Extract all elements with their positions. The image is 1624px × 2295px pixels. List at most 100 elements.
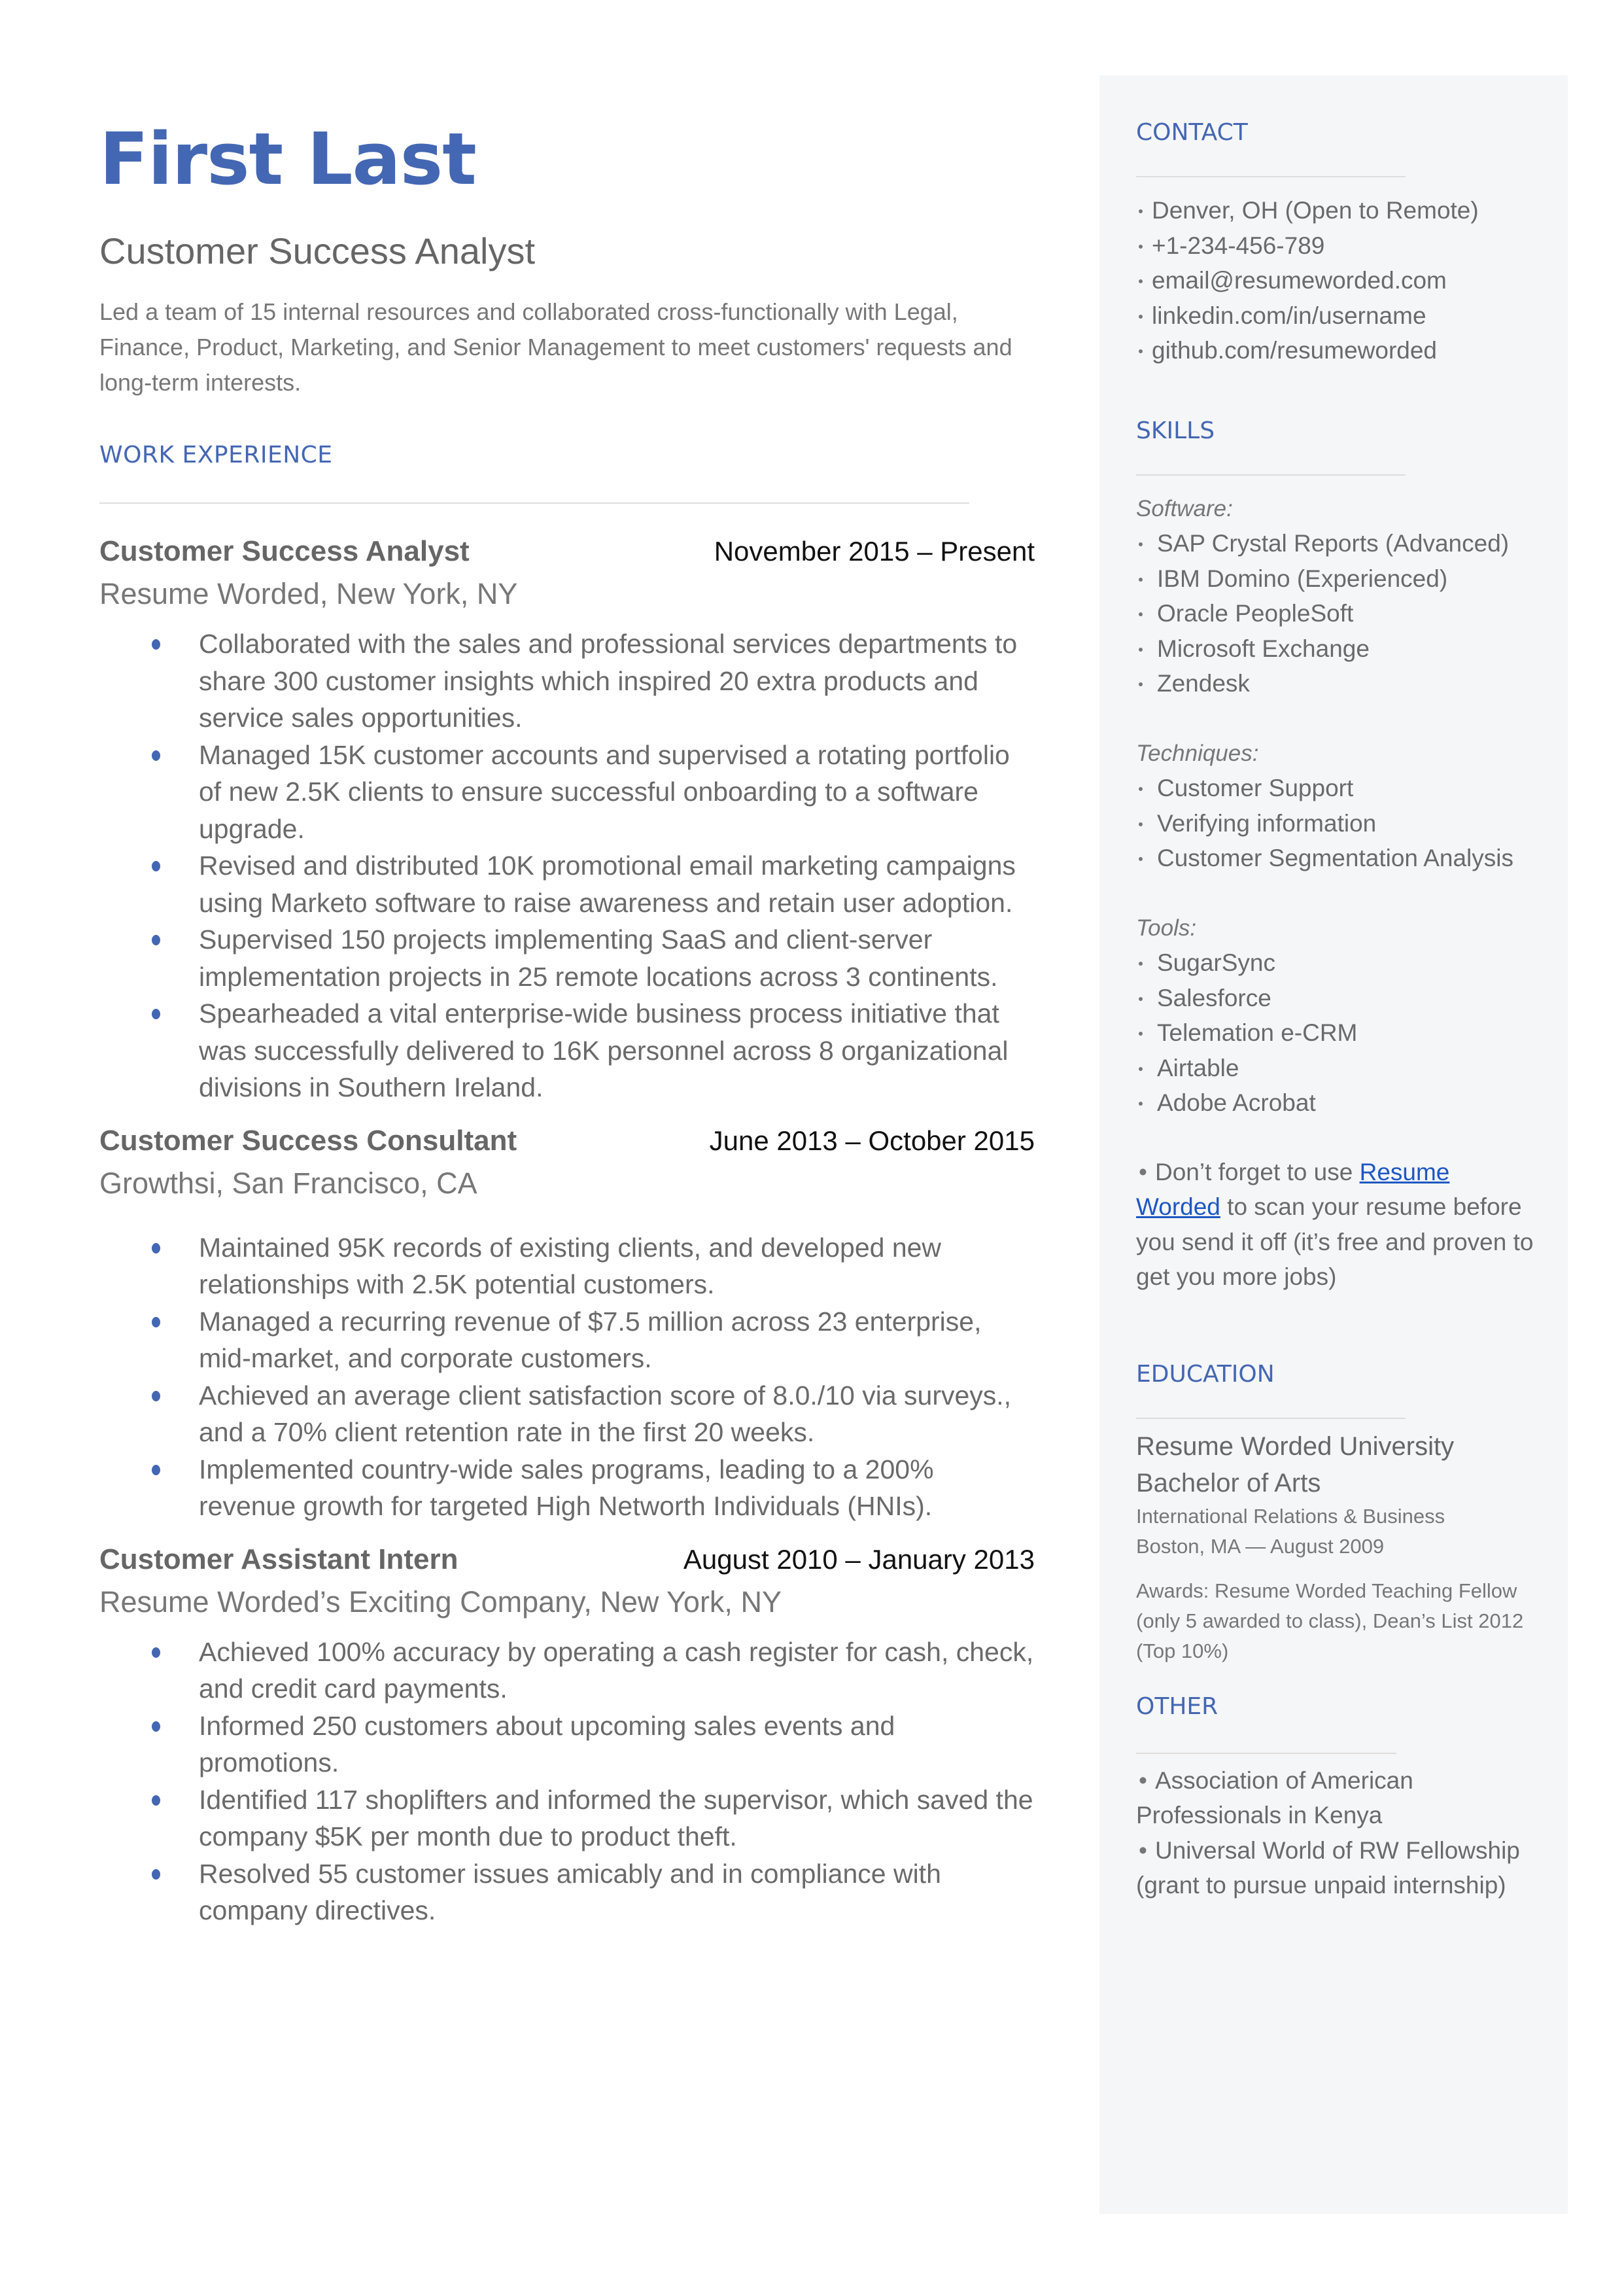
contact-item[interactable]: github.com/resumeworded [1136,333,1535,368]
divider [1136,474,1406,476]
bullet-text: Maintained 95K records of existing clien… [199,1232,942,1300]
bullet-icon [1139,1102,1143,1106]
bullet-icon [1139,314,1143,319]
bullet-icon [152,1464,160,1475]
bullet-icon [1139,682,1143,686]
bullet-text: Managed 15K customer accounts and superv… [199,739,1010,844]
bullet-icon [152,1316,160,1327]
contact-item: +1-234-456-789 [1136,228,1535,264]
skill-item: Microsoft Exchange [1136,631,1535,667]
contact-text: github.com/resumeworded [1152,337,1437,364]
job-organization: Resume Worded’s Exciting Company, New Yo… [99,1585,782,1619]
job-organization: Growthsi, San Francisco, CA [99,1166,477,1200]
bullet-text: Informed 250 customers about upcoming sa… [199,1710,895,1778]
resume-worded-tip: • Don’t forget to use Resume Worded to sc… [1136,1155,1535,1295]
bullet-icon [1139,279,1143,283]
skill-text: Microsoft Exchange [1157,635,1370,662]
skill-item: Oracle PeopleSoft [1136,596,1535,631]
bullet-icon: • [1139,1836,1147,1864]
divider [1136,176,1406,177]
education-heading: EDUCATION [1136,1360,1275,1388]
bullet-icon [1139,1032,1143,1036]
skill-text: Oracle PeopleSoft [1157,600,1354,627]
divider [1136,1752,1396,1754]
job-bullets: Maintained 95K records of existing clien… [99,1229,1035,1525]
bullet-item: Revised and distributed 10K promotional … [99,847,1035,921]
bullet-icon: • [1139,1158,1147,1185]
bullet-icon [152,861,160,871]
work-experience-heading: WORK EXPERIENCE [99,442,333,468]
job-title: Customer Success Analyst [99,535,470,567]
skill-list: SugarSync Salesforce Telemation e-CRM Airta… [1136,945,1535,1121]
contact-item[interactable]: linkedin.com/in/username [1136,298,1535,334]
skill-text: Salesforce [1157,984,1271,1011]
bullet-text: Achieved 100% accuracy by operating a ca… [199,1636,1034,1704]
awards: Awards: Resume Worded Teaching Fellow (o… [1136,1579,1524,1662]
skill-item: Telemation e-CRM [1136,1015,1535,1051]
bullet-icon [1139,542,1143,546]
other-list: • Association of American Professionals i… [1136,1763,1535,1903]
bullet-item: Maintained 95K records of existing clien… [99,1229,1035,1303]
skills-categories: Software: SAP Crystal Reports (Advanced) I… [1136,491,1535,1121]
job-header: Customer Success Analyst November 2015 – … [99,535,1035,568]
job-entry: Customer Success Consultant June 2013 – O… [99,1125,1035,1525]
other-text: Association of American Professionals in… [1136,1766,1413,1829]
skill-text: Telemation e-CRM [1157,1019,1358,1046]
bullet-icon [152,1868,160,1880]
skill-list: Customer Support Verifying information Cus… [1136,771,1535,876]
bullet-icon [1139,996,1143,1001]
job-header: Customer Assistant Intern August 2010 – J… [99,1543,1035,1576]
skill-text: Zendesk [1157,670,1250,697]
bullet-icon [152,1721,160,1732]
bullet-icon [1139,612,1143,616]
skill-item: IBM Domino (Experienced) [1136,561,1535,597]
bullet-text: Collaborated with the sales and professi… [199,629,1018,733]
job-dates: June 2013 – October 2015 [709,1125,1035,1156]
candidate-name: First Last [99,117,477,201]
bullet-item: Resolved 55 customer issues amicably and… [99,1855,1035,1929]
bullet-item: Achieved an average client satisfaction … [99,1377,1035,1451]
bullet-icon [152,1795,160,1806]
bullet-text: Identified 117 shoplifters and informed … [199,1784,1033,1852]
bullet-icon [152,639,160,650]
bullet-item: Supervised 150 projects implementing Saa… [99,921,1035,995]
degree: Bachelor of Arts [1136,1468,1321,1498]
skill-text: SugarSync [1157,949,1275,976]
skill-category-label: Techniques: [1136,740,1259,766]
skill-text: Adobe Acrobat [1157,1089,1316,1116]
skill-item: Customer Segmentation Analysis [1136,841,1535,876]
bullet-text: Spearheaded a vital enterprise-wide busi… [199,998,1009,1102]
skill-item: Zendesk [1136,666,1535,701]
bullet-icon [1139,787,1143,791]
candidate-role: Customer Success Analyst [99,230,536,272]
skill-item: Airtable [1136,1051,1535,1086]
skill-item: SAP Crystal Reports (Advanced) [1136,526,1535,561]
education-entry: Resume Worded University Bachelor of Art… [1136,1428,1535,1666]
bullet-item: Achieved 100% accuracy by operating a ca… [99,1634,1035,1708]
skill-text: IBM Domino (Experienced) [1157,565,1448,592]
job-dates: November 2015 – Present [714,536,1035,567]
contact-item[interactable]: email@resumeworded.com [1136,263,1535,298]
bullet-icon [1139,349,1143,353]
skill-text: Airtable [1157,1054,1239,1081]
contact-text: Denver, OH (Open to Remote) [1152,197,1479,224]
bullet-item: Spearheaded a vital enterprise-wide busi… [99,995,1035,1106]
bullet-icon [152,1390,160,1401]
bullet-item: Informed 250 customers about upcoming sa… [99,1708,1035,1781]
other-text: Universal World of RW Fellowship (grant … [1136,1836,1520,1899]
skill-item: Salesforce [1136,981,1535,1016]
bullet-icon [152,1242,160,1253]
skills-heading: SKILLS [1136,417,1215,444]
job-bullets: Collaborated with the sales and professi… [99,625,1035,1106]
contact-text: linkedin.com/in/username [1152,302,1426,329]
bullet-icon [1139,209,1143,213]
skill-category: Tools: SugarSync Salesforce Telemation e-CR… [1136,911,1535,1121]
field-of-study: International Relations & Business [1136,1504,1445,1528]
bullet-icon [1139,647,1143,652]
contact-heading: CONTACT [1136,119,1248,146]
skill-text: Verifying information [1157,809,1377,837]
contact-text: email@resumeworded.com [1152,267,1447,294]
bullet-text: Revised and distributed 10K promotional … [199,850,1016,918]
divider [1136,1417,1406,1419]
bullet-text: Resolved 55 customer issues amicably and… [199,1858,941,1926]
